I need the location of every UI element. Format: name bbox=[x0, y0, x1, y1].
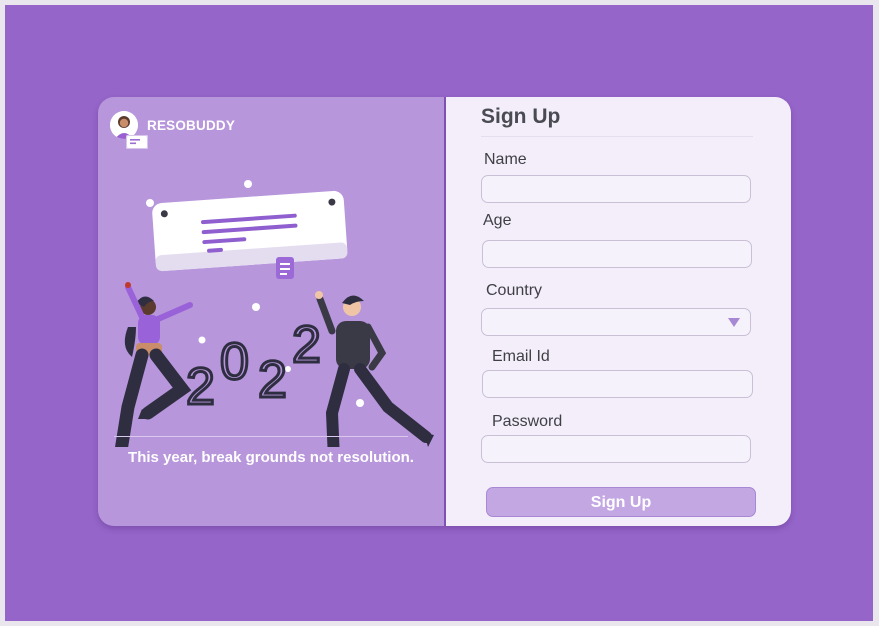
age-field[interactable] bbox=[482, 240, 752, 268]
country-label: Country bbox=[486, 282, 543, 299]
svg-text:2: 2 bbox=[292, 316, 321, 374]
hero-panel: RESOBUDDY 2 0 2 2 This year, break groun… bbox=[98, 97, 446, 526]
password-field[interactable] bbox=[481, 435, 751, 463]
signup-card: RESOBUDDY 2 0 2 2 This year, break groun… bbox=[98, 97, 791, 526]
svg-text:0: 0 bbox=[220, 333, 249, 391]
chevron-down-icon bbox=[728, 318, 740, 327]
sign-up-button[interactable]: Sign Up bbox=[486, 487, 756, 517]
page-background: RESOBUDDY 2 0 2 2 This year, break groun… bbox=[5, 5, 873, 621]
name-field[interactable] bbox=[481, 175, 751, 203]
password-label: Password bbox=[492, 413, 563, 430]
signup-form: Sign Up Name Age Country Email Id Passwo… bbox=[446, 97, 791, 526]
email-label: Email Id bbox=[492, 348, 550, 365]
form-title: Sign Up bbox=[481, 105, 561, 128]
svg-text:2: 2 bbox=[258, 351, 287, 409]
celebration-illustration: 2 0 2 2 bbox=[115, 180, 434, 447]
brand-name: RESOBUDDY bbox=[147, 117, 236, 133]
message-icon bbox=[126, 135, 148, 149]
country-select[interactable] bbox=[481, 308, 751, 336]
name-label: Name bbox=[484, 151, 527, 168]
year-text: 2 bbox=[186, 358, 215, 416]
age-label: Age bbox=[483, 212, 512, 229]
tagline: This year, break grounds not resolution. bbox=[128, 449, 414, 466]
email-field[interactable] bbox=[482, 370, 753, 398]
title-divider bbox=[481, 136, 753, 137]
divider bbox=[114, 436, 408, 437]
